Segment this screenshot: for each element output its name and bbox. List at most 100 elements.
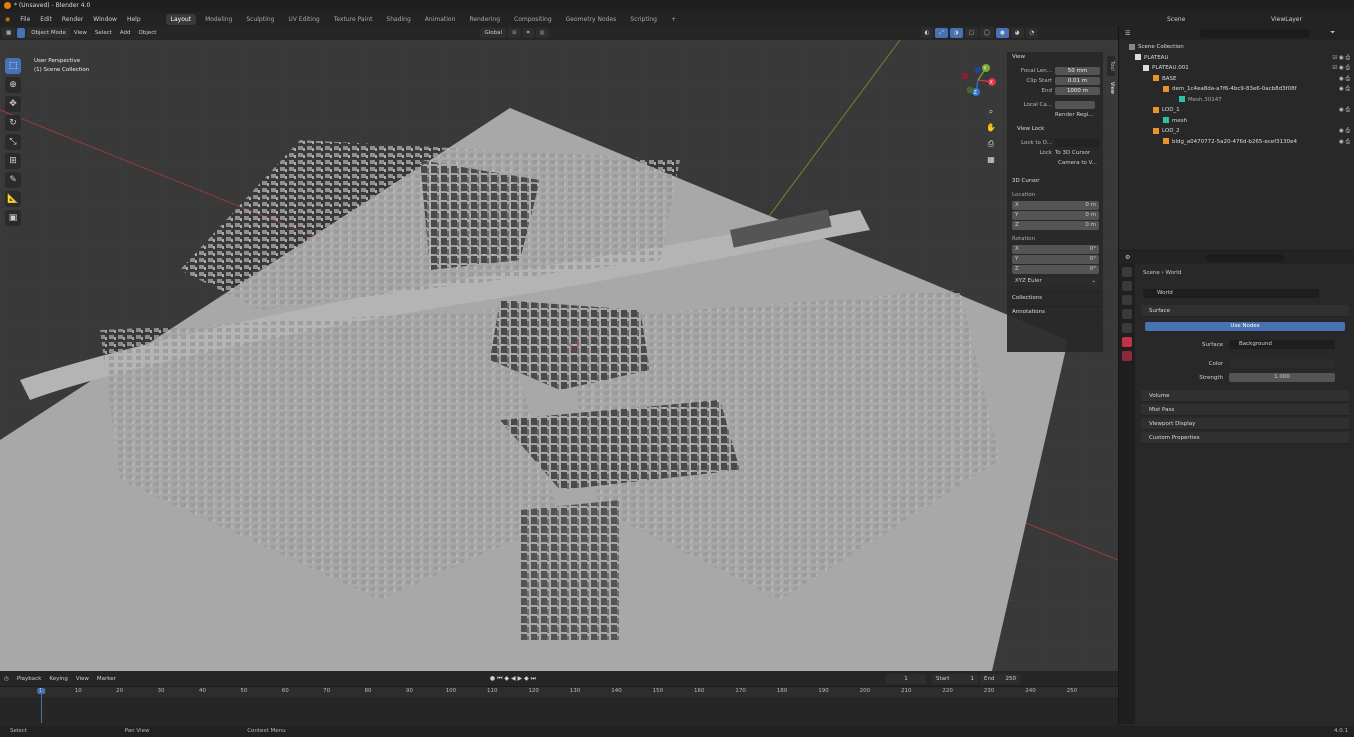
filter-icon[interactable]: ⏷ [1330,29,1335,37]
tab-animation[interactable]: Animation [420,14,461,25]
collections-section-header[interactable]: Collections [1007,292,1103,302]
outliner-editor-icon[interactable]: ☰ [1125,30,1130,37]
navigation-gizmo[interactable]: X Y Z [958,62,998,98]
menu-view[interactable]: View [74,30,87,36]
rotate-tool-icon[interactable]: ↻ [5,115,21,131]
tab-modeling[interactable]: Modeling [200,14,237,25]
frame-ruler[interactable]: 1102030405060708090100110120130140150160… [0,687,1118,697]
outliner-search-input[interactable] [1200,28,1311,38]
cursor-tool-icon[interactable]: ⊕ [5,77,21,93]
surface-section-header[interactable]: Surface [1141,305,1349,317]
menu-window[interactable]: Window [93,16,117,23]
ortho-grid-icon[interactable]: ▦ [984,152,998,168]
tab-view[interactable]: View [1107,78,1115,98]
select-box-tool-icon[interactable]: ⬚ [5,58,21,74]
view-lock-header[interactable]: View Lock [1007,124,1103,134]
clip-start-field[interactable]: 0.01 m [1055,77,1100,85]
annotate-tool-icon[interactable]: ✎ [5,172,21,188]
world-properties-icon[interactable] [1122,337,1132,347]
scale-tool-icon[interactable]: ⤡ [5,134,21,150]
measure-tool-icon[interactable]: 📐 [5,191,21,207]
outliner-row-lod1[interactable]: LOD_1 ◉ ⎙ [1119,105,1354,116]
view-layer-properties-icon[interactable] [1122,309,1132,319]
view-layer-selector[interactable]: ViewLayer [1271,16,1302,23]
keying-menu[interactable]: Keying [49,676,67,682]
cursor-location-z[interactable]: Z0 m [1012,221,1099,230]
camera-to-view-checkbox[interactable]: Camera to V... [1007,158,1103,168]
start-frame-field[interactable]: Start 1 [932,673,979,684]
menu-add[interactable]: Add [120,30,131,36]
jump-start-icon[interactable]: ⏮ [497,675,502,682]
camera-view-icon[interactable]: ⎙ [984,136,998,152]
menu-edit[interactable]: Edit [40,16,52,23]
volume-section-header[interactable]: Volume [1141,390,1349,402]
select-mode-icon[interactable] [17,28,26,38]
snap-icon[interactable]: ⌗ [522,28,534,38]
playhead[interactable] [41,688,42,723]
marker-menu[interactable]: Marker [97,676,116,682]
outliner-row-bldg[interactable]: bldg_a0470772-5a20-476d-b265-ecef3130e4 ◉… [1119,137,1354,148]
scene-properties-icon[interactable] [1122,323,1132,333]
properties-editor-icon[interactable]: ⚙ [1125,254,1130,261]
blender-menu-icon[interactable]: ◉ [5,16,10,23]
tab-geometry-nodes[interactable]: Geometry Nodes [561,14,622,25]
custom-properties-section-header[interactable]: Custom Properties [1141,432,1349,444]
menu-object[interactable]: Object [139,30,157,36]
world-color-swatch[interactable] [1229,359,1335,368]
cursor-rotation-x[interactable]: X 0° [1012,245,1099,254]
visibility-icon[interactable]: ◐ [920,28,934,38]
jump-end-icon[interactable]: ⏭ [531,675,536,682]
3d-viewport[interactable]: User Perspective (1) Scene Collection X … [0,40,1118,671]
texture-properties-icon[interactable] [1122,351,1132,361]
move-tool-icon[interactable]: ✥ [5,96,21,112]
current-frame-field[interactable]: 1 [886,673,927,684]
prev-key-icon[interactable]: ◆ [504,675,509,682]
outliner-row-scene-collection[interactable]: Scene Collection [1119,42,1354,53]
orientation-dropdown[interactable]: Global [480,28,507,38]
record-icon[interactable]: ● [490,675,495,682]
outliner-row-plateau-001[interactable]: PLATEAU.001 ☑ ◉ ⎙ [1119,63,1354,74]
tab-uv-editing[interactable]: UV Editing [283,14,324,25]
properties-search-input[interactable] [1206,253,1285,262]
outliner-row-dem[interactable]: dem_1c4ea8da-a7f6-4bc9-83e6-0acb8d3f08f ◉… [1119,84,1354,95]
world-name-field[interactable]: World [1143,289,1319,298]
lock-to-3d-cursor-checkbox[interactable]: To 3D Cursor [1055,148,1090,158]
render-region-checkbox[interactable]: Render Regi... [1007,110,1103,120]
mist-pass-section-header[interactable]: Mist Pass [1141,404,1349,416]
cursor-rotation-y[interactable]: Y 0° [1012,255,1099,264]
menu-help[interactable]: Help [127,16,141,23]
annotations-section-header[interactable]: Annotations [1007,306,1103,316]
shading-rendered-icon[interactable]: ◔ [1025,28,1039,38]
tab-compositing[interactable]: Compositing [509,14,557,25]
overlay-toggle-icon[interactable]: ◑ [949,28,963,38]
view-section-header[interactable]: View [1007,52,1103,62]
xray-icon[interactable]: ▢ [964,28,978,38]
editor-type-icon[interactable]: ▦ [2,28,16,38]
add-workspace-button[interactable]: + [666,14,681,25]
shading-wireframe-icon[interactable]: ◯ [979,28,994,38]
shading-material-icon[interactable]: ◕ [1010,28,1024,38]
proportional-edit-icon[interactable]: ◎ [535,28,549,38]
cursor-rotation-z[interactable]: Z 0° [1012,265,1099,274]
object-mode-dropdown[interactable]: Object Mode [27,28,70,38]
cursor-location-y[interactable]: Y0 m [1012,211,1099,220]
play-icon[interactable]: ▶ [518,675,523,682]
lock-to-object-field[interactable] [1055,139,1100,147]
tool-properties-icon[interactable] [1122,267,1132,277]
play-reverse-icon[interactable]: ◀ [511,675,516,682]
render-properties-icon[interactable] [1122,281,1132,291]
tab-layout[interactable]: Layout [165,13,197,25]
rotation-mode-dropdown[interactable]: XYZ Euler ⌄ [1012,277,1099,286]
local-camera-field[interactable] [1055,101,1095,109]
menu-select[interactable]: Select [95,30,112,36]
use-nodes-button[interactable]: Use Nodes [1145,322,1345,331]
pivot-icon[interactable]: ⊙ [508,28,521,38]
outliner-row-mesh[interactable]: mesh [1119,116,1354,127]
cursor-location-x[interactable]: X0 m [1012,201,1099,210]
pan-hand-icon[interactable]: ✋ [984,120,998,136]
focal-length-field[interactable]: 50 mm [1055,67,1100,75]
menu-render[interactable]: Render [62,16,83,23]
zoom-icon[interactable]: ⌕ [984,104,998,120]
shading-solid-icon[interactable]: ● [995,28,1009,38]
next-key-icon[interactable]: ◆ [524,675,529,682]
